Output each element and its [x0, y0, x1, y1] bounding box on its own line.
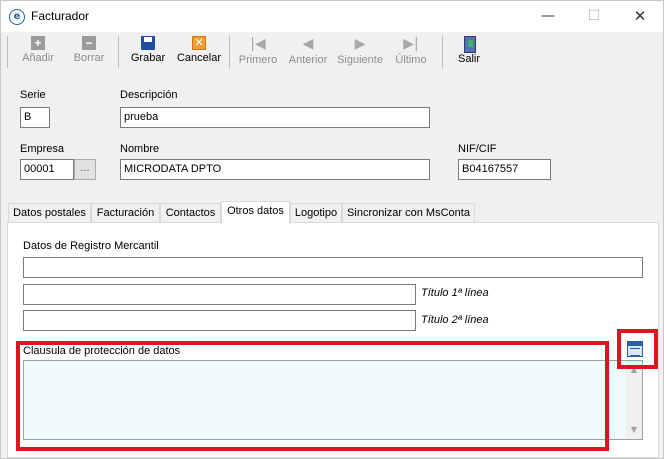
- nif-label: NIF/CIF: [458, 143, 497, 155]
- first-button-label: Primero: [238, 54, 278, 66]
- previous-button[interactable]: ◀ Anterior: [286, 34, 330, 70]
- titulo-2-label: Título 2ª línea: [421, 314, 489, 326]
- tab-sincronizar-msconta[interactable]: Sincronizar con MsConta: [342, 203, 475, 223]
- save-button[interactable]: Grabar: [127, 34, 169, 70]
- cancel-icon: ✕: [192, 36, 206, 50]
- cancel-button-label: Cancelar: [176, 52, 222, 64]
- save-button-label: Grabar: [130, 52, 166, 64]
- facturador-window: e Facturador — ☐ ✕ + Añadir − Borrar Gra…: [0, 0, 664, 459]
- close-button[interactable]: ✕: [617, 1, 663, 32]
- nombre-label: Nombre: [120, 143, 160, 155]
- tab-contactos[interactable]: Contactos: [160, 203, 221, 223]
- minimize-button[interactable]: —: [525, 1, 571, 32]
- titulo-1-label: Título 1ª línea: [421, 287, 489, 299]
- next-button[interactable]: ▶ Siguiente: [336, 34, 384, 70]
- window-title: Facturador: [31, 9, 90, 23]
- empresa-lookup-button[interactable]: ...: [74, 159, 96, 180]
- first-button[interactable]: |◀ Primero: [236, 34, 280, 70]
- toolbar-separator: [118, 36, 119, 68]
- titulo-2-field[interactable]: [23, 310, 416, 331]
- title-bar: e Facturador — ☐ ✕: [1, 1, 663, 32]
- app-logo-icon: e: [9, 9, 25, 25]
- tab-datos-postales[interactable]: Datos postales: [8, 203, 91, 223]
- delete-icon: −: [82, 36, 96, 50]
- add-button-label: Añadir: [22, 52, 54, 64]
- empresa-field[interactable]: 00001: [20, 159, 74, 180]
- registro-mercantil-label: Datos de Registro Mercantil: [23, 240, 159, 252]
- exit-button-label: Salir: [457, 53, 480, 65]
- serie-field[interactable]: B: [20, 107, 50, 128]
- first-icon: |◀: [250, 36, 266, 52]
- tab-facturacion[interactable]: Facturación: [91, 203, 160, 223]
- descripcion-field[interactable]: prueba: [120, 107, 430, 128]
- save-icon: [141, 36, 155, 50]
- last-button[interactable]: ▶| Último: [392, 34, 430, 70]
- delete-button[interactable]: − Borrar: [70, 34, 108, 70]
- last-icon: ▶|: [403, 36, 419, 52]
- toolbar-separator: [229, 36, 230, 68]
- document-editor-highlight: [617, 329, 658, 369]
- last-button-label: Último: [395, 54, 427, 66]
- nombre-field[interactable]: MICRODATA DPTO: [120, 159, 430, 180]
- add-button[interactable]: + Añadir: [19, 34, 57, 70]
- descripcion-label: Descripción: [120, 89, 178, 101]
- empresa-label: Empresa: [20, 143, 65, 155]
- add-icon: +: [31, 36, 45, 50]
- titulo-1-field[interactable]: [23, 284, 416, 305]
- serie-label: Serie: [20, 89, 46, 101]
- scroll-down-icon[interactable]: ▼: [626, 423, 642, 437]
- tab-otros-datos[interactable]: Otros datos: [221, 201, 290, 224]
- exit-icon: [462, 36, 476, 53]
- registro-mercantil-field[interactable]: [23, 257, 643, 278]
- previous-button-label: Anterior: [288, 54, 328, 66]
- clausula-scrollbar[interactable]: ▲ ▼: [626, 361, 642, 439]
- cancel-button[interactable]: ✕ Cancelar: [175, 34, 223, 70]
- next-icon: ▶: [354, 36, 366, 52]
- tab-logotipo[interactable]: Logotipo: [290, 203, 342, 223]
- toolbar-grip: [7, 36, 8, 68]
- toolbar: + Añadir − Borrar Grabar ✕ Cancelar |◀ P…: [1, 32, 663, 72]
- delete-button-label: Borrar: [73, 52, 105, 64]
- maximize-button[interactable]: ☐: [571, 1, 617, 32]
- next-button-label: Siguiente: [337, 54, 383, 66]
- nif-field[interactable]: B04167557: [458, 159, 551, 180]
- previous-icon: ◀: [302, 36, 314, 52]
- exit-button[interactable]: Salir: [453, 34, 485, 70]
- toolbar-separator: [442, 36, 443, 68]
- clausula-highlight: [16, 341, 609, 451]
